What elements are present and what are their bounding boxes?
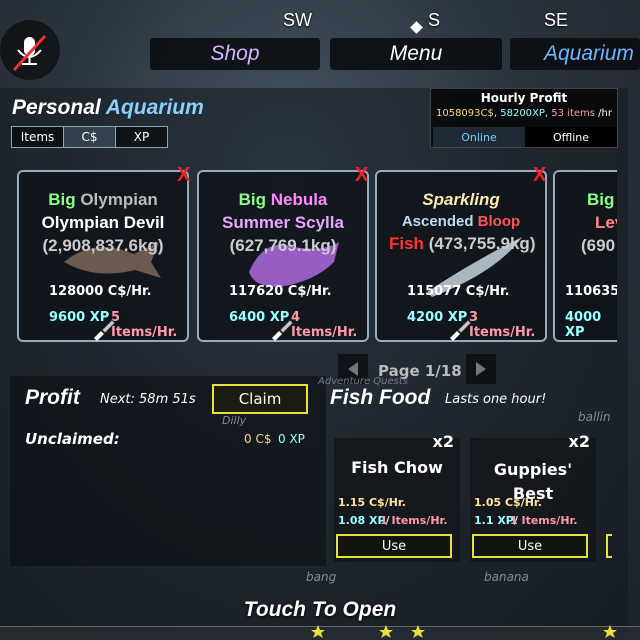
fish-card-mutation: Ascended: [401, 213, 474, 230]
hourly-cs: 1058093C$,: [435, 108, 498, 119]
nav-aquarium-label: Aquarium: [544, 42, 634, 65]
food-profit: 1.05 C$/Hr.: [474, 496, 542, 509]
food-items: 1 Items/Hr.: [510, 514, 578, 527]
hourly-values: 1058093C$, 58200XP, 53 items /hr: [431, 108, 617, 119]
fish-card-modifier: Sparkling: [422, 190, 500, 209]
nav-shop-button[interactable]: Shop: [150, 38, 320, 70]
bg-label-banana: banana: [484, 570, 529, 584]
food-quantity: x2: [568, 432, 590, 451]
fish-card-species: Bloop: [473, 213, 521, 230]
hourly-unit: /hr: [595, 108, 612, 119]
nav-shop-label: Shop: [210, 42, 260, 65]
fish-food-title: Fish Food: [330, 386, 431, 409]
bg-label-ballin: ballin: [578, 410, 611, 424]
sort-tabs: Items C$ XP: [11, 126, 168, 148]
fish-card-mutation: Olympian: [75, 190, 158, 209]
nav-menu-label: Menu: [389, 42, 443, 65]
fish-card-items: 3 Items/Hr.: [469, 310, 536, 340]
triangle-right-icon: [476, 362, 486, 376]
star-icon: [311, 625, 325, 638]
star-icon: [379, 625, 393, 638]
page-next-button[interactable]: [466, 354, 496, 384]
compass-s: S: [428, 10, 441, 30]
fish-card-items: 4 Items/Hr.: [291, 310, 358, 340]
profit-title: Profit: [25, 386, 80, 409]
food-quantity: x2: [432, 432, 454, 451]
bg-label-bang: bang: [306, 570, 337, 584]
compass-marker-icon: [410, 21, 423, 34]
fish-card-species-cont: Fish: [389, 234, 424, 253]
mic-muted-button[interactable]: [0, 20, 60, 80]
fish-card-profit: 117620 C$/Hr.: [229, 284, 332, 299]
fish-card-weight: (627,769.1kg): [229, 236, 337, 255]
fish-card-weight: (473,755.9kg): [428, 234, 536, 253]
fish-card[interactable]: Big Lev (690 110635 4000 XP: [553, 170, 617, 342]
panel-title: Personal Aquarium: [12, 96, 204, 120]
nav-menu-button[interactable]: Menu: [330, 38, 502, 70]
star-icon: [603, 625, 617, 638]
unclaimed-xp: 0 XP: [278, 432, 305, 446]
paintbrush-icon[interactable]: [268, 316, 294, 342]
fish-card-mutation: Nebula: [265, 190, 328, 209]
title-aquarium: Aquarium: [105, 96, 204, 119]
fish-card-xp: 4000 XP: [565, 310, 602, 340]
remove-fish-x-icon[interactable]: X: [177, 164, 190, 187]
food-items: 1 Items/Hr.: [380, 514, 448, 527]
fish-card-modifier: Big: [48, 190, 76, 209]
unclaimed-label: Unclaimed:: [25, 430, 120, 448]
food-item: x2 Fish Chow 1.15 C$/Hr. 1.08 XP/ 1 Item…: [334, 432, 460, 562]
fish-card-name: Olympian Devil: [41, 213, 165, 232]
fish-card-profit: 115077 C$/Hr.: [407, 284, 510, 299]
hourly-profit-box: Hourly Profit 1058093C$, 58200XP, 53 ite…: [430, 88, 618, 148]
nav-aquarium-button[interactable]: Aquarium: [510, 38, 640, 70]
bg-label-quests: Adventure Quests: [318, 376, 408, 387]
tab-items[interactable]: Items: [12, 127, 64, 147]
title-personal: Personal: [12, 96, 101, 119]
food-name: Fish Chow: [351, 458, 443, 477]
online-button[interactable]: Online: [433, 127, 525, 147]
paintbrush-icon[interactable]: [446, 316, 472, 342]
hourly-items: 53 items: [548, 108, 595, 119]
fish-card-name: Ascended Bloop: [377, 213, 545, 230]
fish-card-name: Lev: [595, 213, 617, 232]
claim-button[interactable]: Claim: [212, 384, 308, 414]
paintbrush-icon[interactable]: [90, 316, 116, 342]
fish-card-weight-line: Fish (473,755.9kg): [377, 234, 545, 254]
tab-xp[interactable]: XP: [116, 127, 167, 147]
fish-card-profit: 110635: [565, 284, 617, 299]
food-item: x2 Guppies' Best 1.05 C$/Hr. 1.1 XP/ 1 I…: [470, 432, 596, 562]
fish-card-line1: Big Olympian: [19, 190, 187, 210]
fish-card-modifier: Big: [238, 190, 266, 209]
fish-card-weight: (690: [581, 236, 616, 255]
touch-to-open-prompt[interactable]: Touch To Open: [0, 598, 640, 622]
hourly-xp: 58200XP,: [497, 108, 549, 119]
fish-card-modifier: Big: [587, 190, 615, 209]
food-profit: 1.15 C$/Hr.: [338, 496, 406, 509]
fish-card-profit: 128000 C$/Hr.: [49, 284, 152, 299]
fish-card-items: 5 Items/Hr.: [111, 310, 178, 340]
compass-sw: SW: [283, 10, 312, 30]
offline-button[interactable]: Offline: [525, 127, 617, 147]
profit-next-timer: Next: 58m 51s: [100, 392, 196, 407]
unclaimed-cs: 0 C$: [244, 432, 272, 446]
use-food-button[interactable]: Use: [336, 534, 452, 558]
hourly-title: Hourly Profit: [480, 91, 568, 105]
mic-muted-icon: [12, 34, 47, 72]
fish-card-name: Summer Scylla: [222, 213, 344, 232]
fish-food-note: Lasts one hour!: [445, 392, 547, 407]
triangle-left-icon: [348, 362, 358, 376]
bg-label-dilly: Dilly: [222, 414, 247, 427]
remove-fish-x-icon[interactable]: X: [355, 164, 368, 187]
fish-card-line1: Big Nebula: [199, 190, 367, 210]
remove-fish-x-icon[interactable]: X: [533, 164, 546, 187]
food-item-edge: [606, 534, 612, 558]
use-food-button[interactable]: Use: [472, 534, 588, 558]
fish-card-weight: (2,908,837.6kg): [42, 236, 164, 255]
tab-cs[interactable]: C$: [64, 127, 116, 147]
star-icon: [411, 625, 425, 638]
compass-se: SE: [544, 10, 569, 30]
